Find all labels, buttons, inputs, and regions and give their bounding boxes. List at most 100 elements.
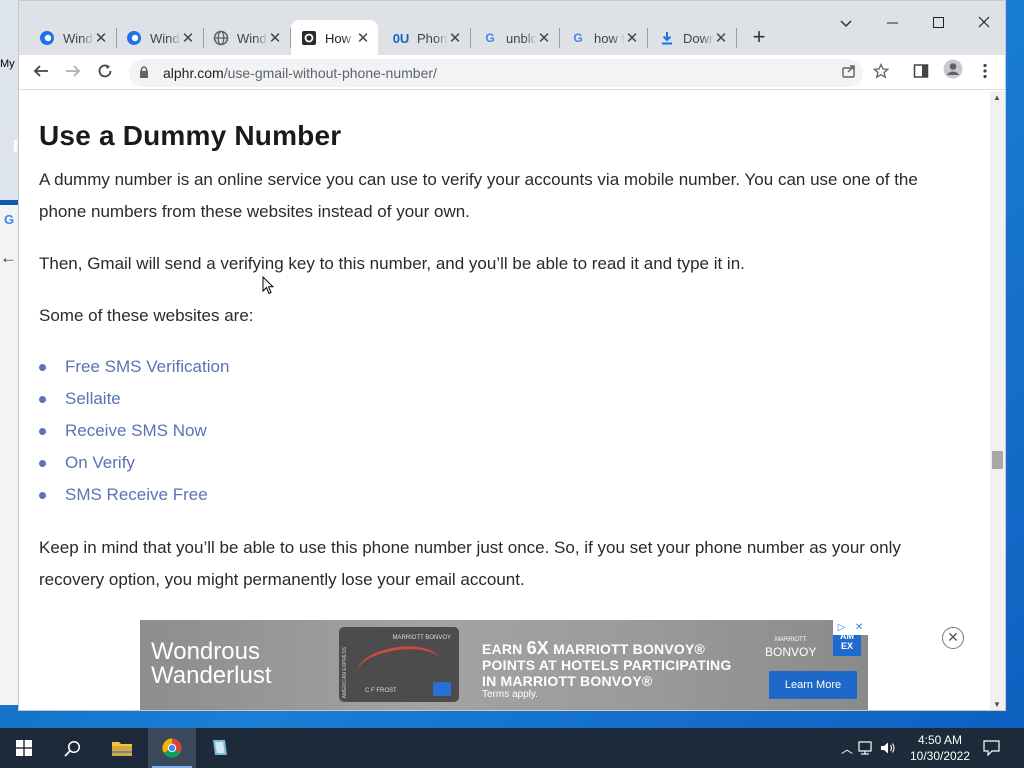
site-link[interactable]: Receive SMS Now [65,415,207,447]
maximize-button[interactable] [915,9,961,39]
tab-download[interactable]: Download ✕ [649,20,737,56]
list-item[interactable]: Free SMS Verification [39,351,229,383]
phone-site-icon: 0U [392,30,410,46]
tab-strip: Windows ✕ Windows ✕ Windows ✕ How to Use… [19,1,1005,56]
ad-headline: EARN 6X MARRIOTT BONVOY® POINTS AT HOTEL… [482,638,731,689]
close-window-button[interactable] [961,9,1005,39]
taskbar: ︿ 4:50 AM 10/30/2022 [0,728,1024,768]
system-tray: ︿ [838,728,896,768]
avatar-icon [943,59,963,79]
credit-card-image: MARRIOTT BONVOY AMERICAN EXPRESS C F FRO… [339,627,459,702]
address-bar[interactable]: alphr.com/use-gmail-without-phone-number… [129,59,863,87]
site-link[interactable]: Free SMS Verification [65,351,229,383]
reload-button[interactable] [91,59,119,87]
bookmark-button[interactable] [867,59,895,87]
menu-button[interactable] [971,59,999,87]
search-button[interactable] [48,728,96,768]
tab-separator [470,28,471,48]
ad-headline-multiplier: 6X [526,638,549,658]
tab-close-icon[interactable]: ✕ [181,29,195,47]
globe-icon [213,30,229,46]
tab-phone[interactable]: 0U Phone ✕ [383,20,471,56]
url-host: alphr.com [163,65,224,81]
ad-title-line: Wondrous [151,638,260,665]
minimize-button[interactable] [869,9,915,39]
ad-title: Wondrous Wanderlust [151,640,272,688]
tab-title: Windows [63,30,94,46]
vertical-scrollbar[interactable]: ▲ ▼ [990,91,1005,710]
tab-windows-2[interactable]: Windows ✕ [116,20,204,56]
share-icon [842,65,855,78]
bullet-icon [39,395,46,403]
list-item[interactable]: SMS Receive Free [39,479,229,511]
clock-date: 10/30/2022 [909,749,971,763]
site-link[interactable]: On Verify [65,447,135,479]
learn-more-button[interactable]: Learn More [769,671,857,699]
tab-unblock[interactable]: G unblock ✕ [472,20,560,56]
network-icon[interactable] [858,741,874,755]
url-path: /use-gmail-without-phone-number/ [223,65,437,81]
taskbar-clock[interactable]: 4:50 AM 10/30/2022 [905,732,975,764]
forward-button[interactable] [59,59,87,87]
volume-icon[interactable] [880,741,896,755]
bullet-icon [39,363,46,371]
start-button[interactable] [0,728,48,768]
tab-close-icon[interactable]: ✕ [714,29,728,47]
card-brand: MARRIOTT BONVOY [392,635,451,641]
tab-close-icon[interactable]: ✕ [448,29,462,47]
tab-close-icon[interactable]: ✕ [625,29,639,47]
scroll-up-icon[interactable]: ▲ [993,93,1001,102]
list-item[interactable]: On Verify [39,447,229,479]
close-ad-icon[interactable]: ✕ [942,627,964,649]
tab-title: Download [683,30,714,46]
scrollbar-thumb[interactable] [992,451,1003,469]
notifications-button[interactable] [970,728,1012,768]
tab-close-icon[interactable]: ✕ [537,29,551,47]
chevron-down-icon [840,20,852,28]
app-taskbar-button[interactable] [196,728,244,768]
reload-icon [98,64,112,78]
tab-close-icon[interactable]: ✕ [356,29,370,47]
ad-headline-rest: MARRIOTT BONVOY® [548,641,706,657]
tab-windows-1[interactable]: Windows ✕ [29,20,117,56]
side-panel-icon [913,64,929,78]
page-content: Use a Dummy Number A dummy number is an … [19,91,991,710]
list-item[interactable]: Receive SMS Now [39,415,229,447]
file-explorer-button[interactable] [98,728,146,768]
tab-close-icon[interactable]: ✕ [94,29,108,47]
tab-windows-3[interactable]: Windows ✕ [203,20,291,56]
scroll-down-icon[interactable]: ▼ [993,700,1001,709]
new-tab-button[interactable]: + [745,23,773,51]
ad-headline-pre: EARN [482,641,527,657]
site-link[interactable]: SMS Receive Free [65,479,208,511]
list-item[interactable]: Sellaite [39,383,229,415]
background-window [0,205,18,705]
star-icon [872,62,890,79]
profile-button[interactable] [939,59,967,87]
chrome-taskbar-button[interactable] [148,728,196,768]
share-button[interactable] [835,59,863,87]
tab-how-to[interactable]: G how to ✕ [560,20,648,56]
ad-headline-line: IN MARRIOTT BONVOY® [482,673,653,689]
card-wave-graphic [354,641,444,693]
google-icon: G [573,31,583,45]
ad-banner[interactable]: Wondrous Wanderlust MARRIOTT BONVOY AMER… [140,620,868,710]
browser-window: Windows ✕ Windows ✕ Windows ✕ How to Use… [18,0,1006,711]
google-icon: G [485,31,495,45]
tab-search-button[interactable] [823,9,869,39]
side-panel-button[interactable] [907,59,935,87]
background-window [0,0,18,200]
ad-choices-icon[interactable]: ▷ ✕ [833,620,868,635]
browser-toolbar: alphr.com/use-gmail-without-phone-number… [19,55,1005,90]
site-link[interactable]: Sellaite [65,383,121,415]
tab-how-to-use-gmail[interactable]: How to Use Gmail ✕ [291,20,378,56]
tab-title: Phone [417,30,448,46]
ad-title-line: Wanderlust [151,662,272,689]
search-icon [63,740,80,757]
tab-close-icon[interactable]: ✕ [268,29,282,47]
notification-icon [982,740,1000,756]
lock-icon [139,65,153,81]
show-hidden-icons-chevron-icon[interactable]: ︿ [838,740,856,757]
mouse-cursor-icon [262,276,274,295]
back-button[interactable] [27,59,55,87]
